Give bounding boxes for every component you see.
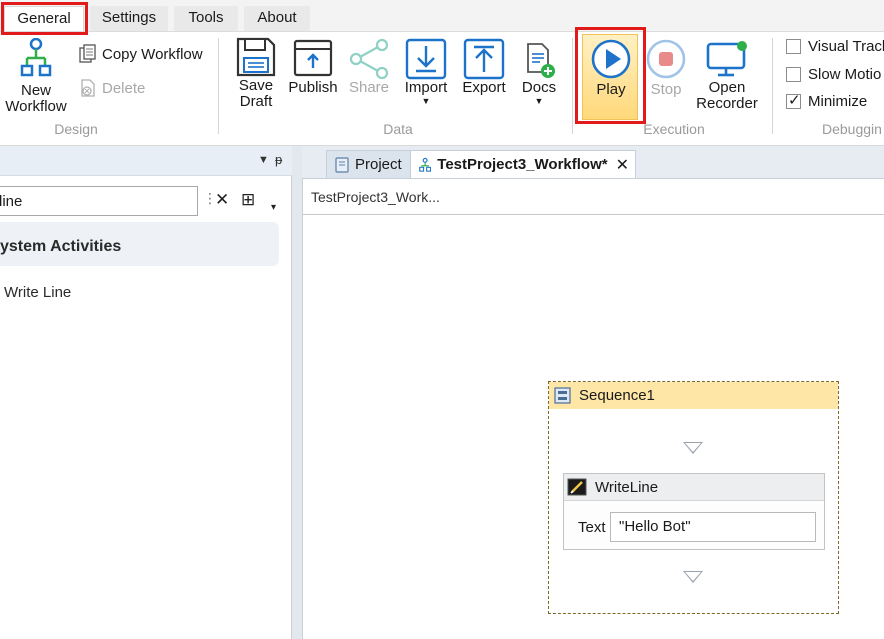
open-recorder-label-1: Open	[708, 79, 746, 96]
panel-splitter[interactable]	[292, 146, 302, 639]
minimize-checkbox[interactable]: Minimize	[786, 91, 868, 110]
writeline-activity[interactable]: WriteLine Text "Hello Bot"	[563, 473, 825, 550]
tab-project-label: Project	[355, 156, 402, 173]
close-tab-icon[interactable]: ✕	[616, 155, 629, 175]
docs-icon	[527, 43, 555, 78]
save-icon	[236, 37, 276, 77]
publish-button[interactable]: Publish	[286, 38, 340, 96]
checkbox-box[interactable]	[786, 39, 801, 54]
import-icon	[405, 38, 447, 80]
menu-bar: General Settings Tools About	[0, 0, 884, 32]
tab-about[interactable]: About	[244, 6, 310, 32]
execution-group-label: Execution	[643, 121, 705, 137]
tab-tools[interactable]: Tools	[174, 6, 238, 32]
save-draft-label-2: Draft	[239, 93, 273, 110]
activities-panel-header: ▼ ᵽ	[0, 146, 292, 176]
delete-button[interactable]: Delete	[78, 78, 145, 98]
pin-icon[interactable]: ᵽ	[275, 152, 282, 167]
ribbon-separator	[772, 38, 773, 134]
writeline-header[interactable]: WriteLine	[564, 474, 824, 501]
publish-icon	[293, 39, 333, 77]
panel-menu-icon[interactable]: ▼	[258, 154, 269, 166]
share-button[interactable]: Share	[344, 38, 394, 96]
import-dropdown-icon: ▼	[421, 96, 431, 106]
data-group-label: Data	[383, 121, 413, 137]
clear-search-icon[interactable]: ✕	[215, 190, 229, 210]
export-button[interactable]: Export	[458, 38, 510, 96]
open-recorder-button[interactable]: Open Recorder	[694, 38, 760, 112]
save-draft-button[interactable]: Save Draft	[232, 36, 280, 110]
tab-testproject3-workflow[interactable]: TestProject3_Workflow* ✕	[410, 150, 636, 178]
save-draft-label-1: Save	[238, 77, 274, 94]
debugging-group-label: Debuggin	[822, 121, 882, 137]
docs-dropdown-icon: ▼	[534, 96, 544, 106]
more-options-icon[interactable]: ▾	[271, 202, 276, 213]
minimize-label: Minimize	[808, 93, 868, 110]
tab-general[interactable]: General	[4, 6, 84, 32]
copy-workflow-button[interactable]: Copy Workflow	[78, 44, 203, 64]
expand-all-icon[interactable]: ⊞	[241, 190, 255, 210]
delete-icon	[81, 79, 95, 97]
project-icon	[335, 156, 349, 173]
activity-search-input[interactable]: line	[0, 186, 198, 216]
new-workflow-label: New Workflow	[5, 82, 67, 115]
tab-project[interactable]: Project	[326, 150, 418, 178]
ribbon-separator	[218, 38, 219, 134]
workflow-tree-icon	[20, 38, 52, 77]
text-property-label: Text	[578, 519, 606, 536]
category-system-activities[interactable]: ystem Activities	[0, 222, 279, 266]
new-workflow-button[interactable]: New Workflow	[0, 38, 72, 115]
stop-button[interactable]: Stop	[642, 38, 690, 98]
play-button[interactable]: Play	[584, 38, 638, 98]
copy-icon	[79, 44, 96, 63]
writeline-icon	[567, 478, 587, 496]
stop-icon	[646, 39, 686, 79]
slow-motion-label: Slow Motio	[808, 66, 882, 83]
design-group-label: Design	[54, 121, 98, 137]
text-property-input[interactable]: "Hello Bot"	[610, 512, 816, 542]
play-icon	[591, 39, 631, 79]
share-icon	[349, 38, 389, 80]
visual-tracking-checkbox[interactable]: Visual Track	[786, 38, 884, 55]
sequence-title: Sequence1	[579, 387, 655, 404]
workflow-icon	[419, 157, 432, 172]
sequence-header[interactable]: Sequence1	[549, 382, 838, 409]
drop-target-icon[interactable]	[683, 442, 703, 454]
activities-panel: ▼ ᵽ line ⋮ ✕ ⊞ ▾ ystem Activities Write …	[0, 146, 292, 639]
ribbon-separator	[572, 38, 573, 134]
monitor-icon	[706, 41, 747, 77]
export-label: Export	[462, 79, 506, 96]
copy-workflow-label: Copy Workflow	[102, 45, 203, 63]
document-tabstrip: Project TestProject3_Workflow* ✕	[302, 146, 884, 178]
import-button[interactable]: Import ▼	[400, 38, 452, 106]
slow-motion-checkbox[interactable]: Slow Motio	[786, 66, 881, 83]
publish-label: Publish	[288, 79, 338, 96]
tab-workflow-label: TestProject3_Workflow*	[437, 156, 608, 173]
checkbox-box-checked[interactable]	[786, 91, 801, 109]
sequence-activity[interactable]: Sequence1 WriteLine Text "Hello Bot"	[548, 381, 839, 614]
docs-button[interactable]: Docs ▼	[516, 40, 562, 106]
open-recorder-label-2: Recorder	[696, 95, 758, 112]
sequence-icon	[554, 387, 571, 404]
play-label: Play	[596, 81, 626, 98]
export-icon	[463, 38, 505, 80]
delete-label: Delete	[102, 79, 146, 97]
ribbon: New Workflow Copy Workflow Delete Design…	[0, 31, 884, 146]
visual-tracking-label: Visual Track	[808, 38, 884, 55]
checkbox-box[interactable]	[786, 67, 801, 82]
drop-target-icon[interactable]	[683, 571, 703, 583]
breadcrumb[interactable]: TestProject3_Work...	[303, 179, 884, 215]
share-label: Share	[348, 79, 390, 96]
stop-label: Stop	[650, 81, 682, 98]
writeline-title: WriteLine	[595, 478, 659, 496]
docs-label: Docs	[521, 79, 557, 96]
activity-write-line[interactable]: Write Line	[4, 284, 71, 301]
import-label: Import	[404, 79, 448, 96]
tab-settings[interactable]: Settings	[90, 6, 168, 32]
